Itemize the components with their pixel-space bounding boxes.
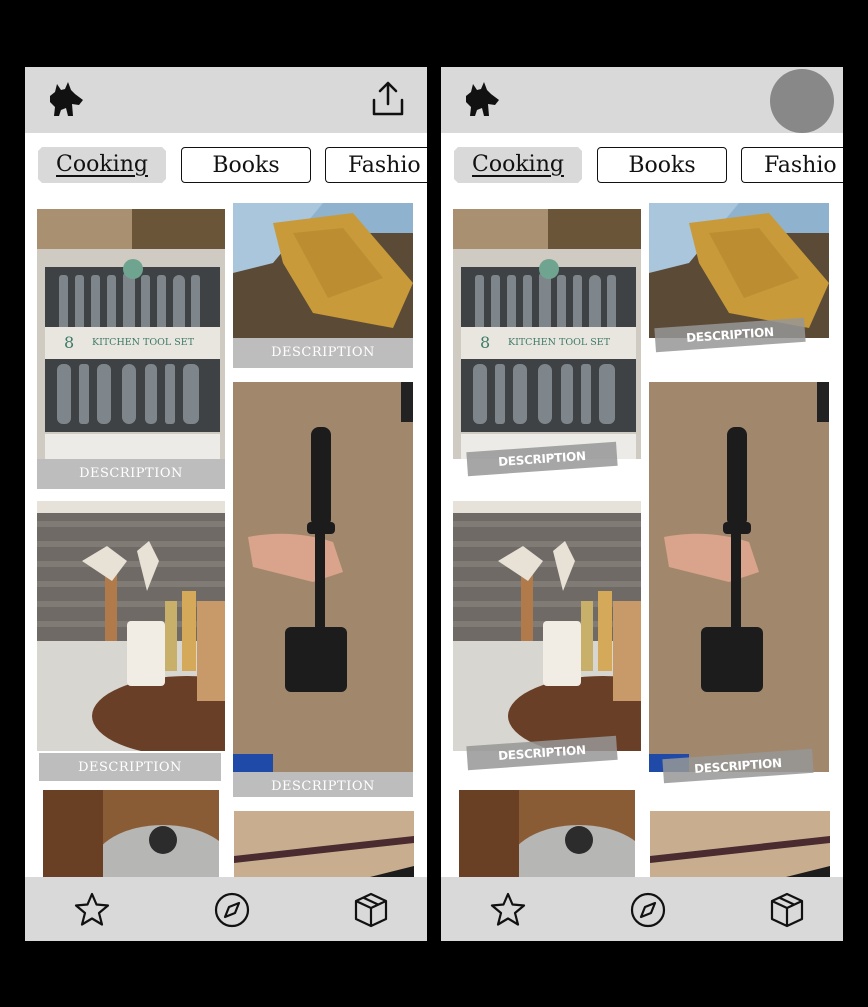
compass-icon[interactable] — [213, 891, 251, 929]
bottom-nav — [441, 877, 843, 941]
utensil-holder-photo — [37, 501, 225, 751]
star-icon[interactable] — [73, 891, 111, 929]
category-tabs: Cooking Books Fashio — [441, 133, 843, 201]
description-label: DESCRIPTION — [233, 772, 413, 797]
top-bar — [25, 67, 427, 133]
card-utensil-holder[interactable]: DESCRIPTION — [37, 501, 225, 781]
description-label: DESCRIPTION — [37, 459, 225, 489]
card-utensil-holder[interactable]: DESCRIPTION — [453, 501, 641, 791]
kitchen-tool-set-photo: KITCHEN TOOL SET 8 — [453, 209, 641, 459]
tab-books[interactable]: Books — [181, 147, 311, 183]
card-pot-lid[interactable] — [459, 790, 635, 880]
package-brand-text: KITCHEN TOOL SET — [508, 337, 611, 348]
tab-fashion[interactable]: Fashio — [325, 147, 427, 183]
card-kitchen-tool-set[interactable]: KITCHEN TOOL SET 8 DESCRIPTION — [453, 209, 641, 489]
card-cutting-board[interactable] — [650, 811, 830, 881]
package-count-text: 8 — [480, 333, 491, 352]
pot-lid-photo — [43, 790, 219, 880]
category-tabs: Cooking Books Fashio — [25, 133, 427, 201]
card-potato-masher[interactable]: DESCRIPTION — [649, 382, 829, 797]
wooden-spatula-photo — [233, 203, 413, 338]
card-pot-lid[interactable] — [43, 790, 219, 880]
card-kitchen-tool-set[interactable]: KITCHEN TOOL SET 8 DESCRIPTION — [37, 209, 225, 489]
tab-cooking[interactable]: Cooking — [38, 147, 166, 183]
utensil-holder-photo — [453, 501, 641, 751]
box-icon[interactable] — [768, 891, 806, 929]
top-bar — [441, 67, 843, 133]
cutting-board-photo — [650, 811, 830, 881]
star-icon[interactable] — [489, 891, 527, 929]
package-brand-text: KITCHEN TOOL SET — [92, 337, 195, 348]
tab-fashion[interactable]: Fashio — [741, 147, 843, 183]
potato-masher-photo — [233, 382, 413, 772]
compass-icon[interactable] — [629, 891, 667, 929]
description-label: DESCRIPTION — [39, 753, 221, 781]
cutting-board-photo — [234, 811, 414, 881]
screen-variant-a: Cooking Books Fashio KITCHEN TOOL SET 8 … — [25, 67, 427, 941]
share-icon[interactable] — [371, 80, 405, 118]
tab-cooking[interactable]: Cooking — [454, 147, 582, 183]
description-label: DESCRIPTION — [233, 338, 413, 368]
card-potato-masher[interactable]: DESCRIPTION — [233, 382, 413, 797]
card-wooden-spatula[interactable]: DESCRIPTION — [233, 203, 413, 368]
kitchen-tool-set-photo: KITCHEN TOOL SET 8 — [37, 209, 225, 459]
dog-logo-icon[interactable] — [46, 80, 86, 118]
card-cutting-board[interactable] — [234, 811, 414, 881]
card-wooden-spatula[interactable]: DESCRIPTION — [649, 203, 829, 368]
package-count-text: 8 — [64, 333, 75, 352]
avatar[interactable] — [770, 69, 834, 133]
pot-lid-photo — [459, 790, 635, 880]
potato-masher-photo — [649, 382, 829, 772]
tab-books[interactable]: Books — [597, 147, 727, 183]
bottom-nav — [25, 877, 427, 941]
box-icon[interactable] — [352, 891, 390, 929]
screen-variant-b: Cooking Books Fashio KITCHEN TOOL SET 8 … — [441, 67, 843, 941]
dog-logo-icon[interactable] — [462, 80, 502, 118]
